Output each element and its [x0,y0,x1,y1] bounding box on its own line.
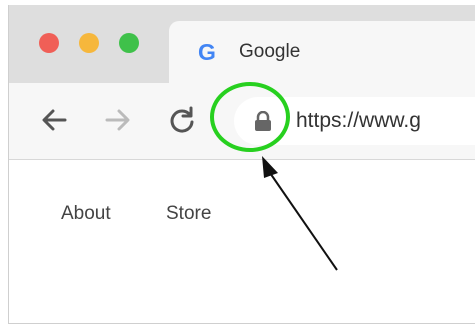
pointer-arrow-icon [262,156,338,271]
